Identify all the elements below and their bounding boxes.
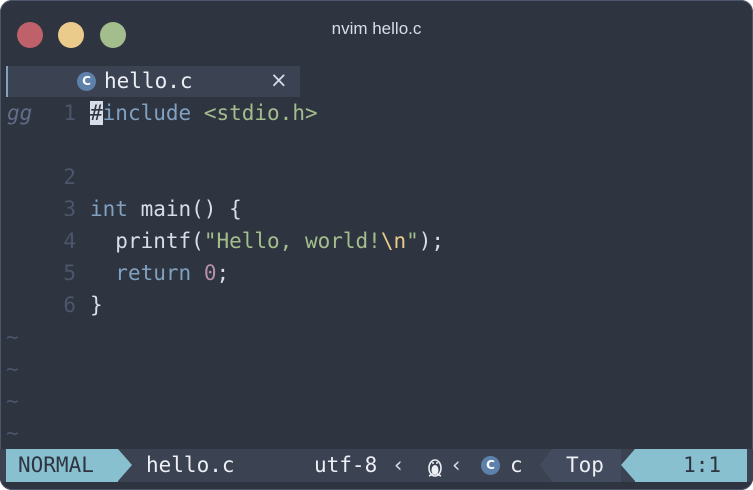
c-language-icon: C <box>481 456 500 475</box>
return-keyword: return <box>115 261 192 285</box>
line-number: 2 <box>63 165 76 189</box>
include-header: <stdio.h> <box>203 101 318 125</box>
line-number: 5 <box>63 261 76 285</box>
status-separator: ‹ <box>394 453 403 477</box>
string-literal: "Hello, world! <box>203 229 381 253</box>
call-end: ); <box>418 229 445 253</box>
empty-line-tilde: ~ <box>6 421 19 445</box>
title-bar: nvim hello.c <box>0 0 753 66</box>
empty-line-tilde: ~ <box>6 389 19 413</box>
statement-end: ; <box>216 261 230 285</box>
code-line: 5 return 0; <box>0 257 753 289</box>
mode-indicator: NORMAL <box>6 449 118 482</box>
code-line: 3 int main() { <box>0 193 753 225</box>
code-text: } <box>90 293 103 317</box>
string-close: " <box>406 229 419 253</box>
status-filename: hello.c <box>146 453 235 477</box>
code-line: 6 } <box>0 289 753 321</box>
linux-tux-icon <box>424 455 446 477</box>
type-keyword: int <box>90 197 128 221</box>
function-call: printf( <box>115 229 204 253</box>
buffer-tab-hello-c[interactable]: C hello.c × <box>6 66 300 97</box>
mode-separator <box>118 449 132 481</box>
empty-line-tilde: ~ <box>6 357 19 381</box>
line-number: 3 <box>63 197 76 221</box>
close-icon[interactable]: × <box>270 68 288 92</box>
line-number: 6 <box>63 293 76 317</box>
c-language-icon: C <box>77 72 96 91</box>
status-filetype: c <box>510 453 523 477</box>
terminal-window: nvim hello.c C hello.c × gg 1 #include <… <box>0 0 753 490</box>
position-separator <box>540 449 552 481</box>
code-text: printf("Hello, world!\n"); <box>90 225 444 257</box>
status-line: NORMAL hello.c utf-8 ‹ ‹ C c Top 1:1 <box>0 449 753 482</box>
preprocessor-directive: include <box>102 101 192 125</box>
code-line: 2 <box>0 161 753 193</box>
code-text: int main() { <box>90 193 242 225</box>
code-text: #include <stdio.h> <box>90 97 318 129</box>
function-signature: main() { <box>127 197 242 221</box>
number-literal: 0 <box>203 261 217 285</box>
editor-pane[interactable]: gg 1 #include <stdio.h> 2 3 int main() {… <box>0 97 753 449</box>
cursor-position: 1:1 <box>635 449 747 482</box>
window-title: nvim hello.c <box>331 19 422 38</box>
line-number: 1 <box>63 101 76 125</box>
cursor: # <box>90 101 103 125</box>
code-line: 4 printf("Hello, world!\n"); <box>0 225 753 257</box>
line-number: 4 <box>63 229 76 253</box>
status-separator: ‹ <box>452 453 461 477</box>
cursor-pos-separator <box>621 449 635 481</box>
empty-line-tilde: ~ <box>6 325 19 349</box>
code-text: return 0; <box>90 257 229 289</box>
scroll-position: Top <box>566 453 604 477</box>
escape-sequence: \n <box>380 229 407 253</box>
status-encoding: utf-8 <box>314 453 378 477</box>
tab-label: hello.c <box>104 69 193 93</box>
pending-keys: gg <box>7 101 33 125</box>
code-line: gg 1 #include <stdio.h> <box>0 97 753 129</box>
